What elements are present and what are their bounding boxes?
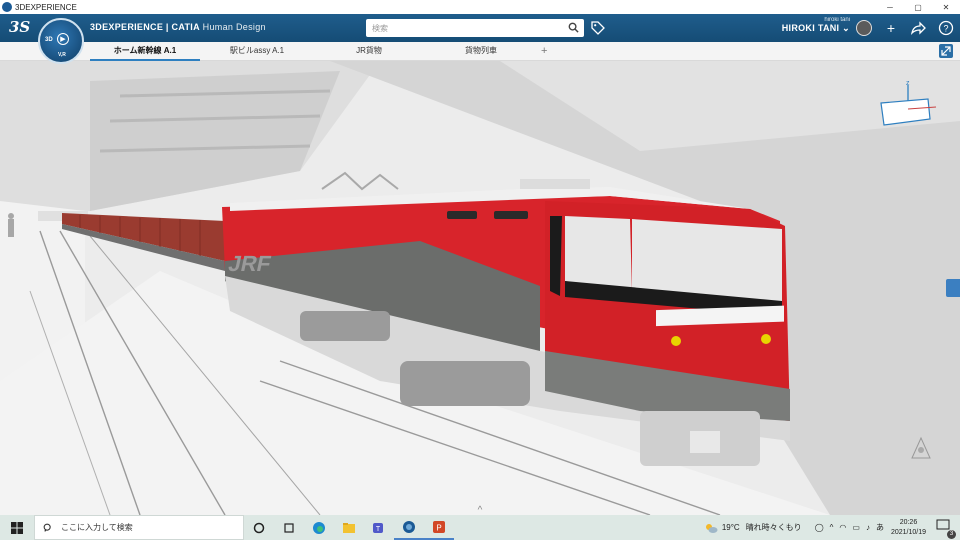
side-panel-icon[interactable] — [946, 279, 960, 297]
avatar[interactable] — [856, 20, 872, 36]
axis-z-label: z — [906, 80, 910, 87]
weather-text: 晴れ時々くもり — [745, 523, 802, 532]
svg-text:T: T — [376, 526, 381, 533]
tab-freight-train[interactable]: 貨物列車 — [426, 42, 536, 61]
system-tray: 19°C 晴れ時々くもり ◯ ^ ◠ ▭ ♪ あ 20:26 2021/10/1… — [704, 515, 960, 540]
user-menu[interactable]: hiroki tani HIROKI TANI ⌄ — [782, 17, 850, 34]
clock-time: 20:26 — [899, 518, 918, 526]
powerpoint-icon[interactable]: P — [424, 515, 454, 540]
minimize-button[interactable]: ─ — [876, 0, 904, 14]
compass-widget[interactable]: 3D ▶ V,R — [38, 18, 84, 64]
windows-taskbar: ここに入力して検索 T P 19°C 晴れ時々くもり ◯ ^ ◠ ▭ ♪ あ 2… — [0, 515, 960, 540]
clock-date: 2021/10/19 — [890, 528, 926, 536]
search-placeholder: 検索 — [372, 24, 388, 33]
battery-icon[interactable]: ▭ — [852, 523, 860, 532]
svg-text:P: P — [436, 523, 441, 532]
tab-jr-freight[interactable]: JR貨物 — [314, 42, 424, 61]
close-button[interactable]: ✕ — [932, 0, 960, 14]
edge-icon[interactable] — [304, 515, 334, 540]
search-icon[interactable] — [568, 22, 579, 33]
svg-text:?: ? — [943, 24, 948, 34]
app-brand: 3DEXPERIENCE | CATIA Human Design — [90, 22, 266, 32]
locomotive-logo: JRF — [226, 251, 273, 276]
volume-icon[interactable]: ♪ — [866, 523, 870, 532]
scene-render: JRF ^ — [0, 61, 960, 515]
weather-icon — [705, 523, 718, 533]
people-icon[interactable]: ◯ — [815, 523, 824, 532]
plus-icon[interactable]: + — [883, 20, 899, 36]
search-icon — [43, 523, 51, 532]
teams-icon[interactable]: T — [364, 515, 394, 540]
robot-tripod-icon[interactable] — [906, 434, 936, 462]
3dexperience-icon[interactable] — [394, 515, 424, 540]
orientation-cube[interactable]: z — [878, 79, 938, 129]
ds-logo[interactable]: 3S — [9, 18, 30, 36]
3dexperience-app-icon — [2, 2, 12, 12]
user-name: HIROKI TANI ⌄ — [781, 23, 850, 33]
weather-temp: 19°C — [721, 523, 740, 532]
add-tab-button[interactable]: + — [541, 45, 547, 57]
3d-viewport[interactable]: JRF ^ z — [0, 61, 960, 515]
ime-indicator[interactable]: あ — [876, 522, 884, 533]
compass-vr-label: V,R — [58, 52, 66, 58]
fullscreen-icon[interactable] — [939, 44, 953, 58]
tag-icon[interactable] — [591, 21, 605, 35]
window-title: 3DEXPERIENCE — [15, 2, 77, 12]
cortana-icon[interactable] — [244, 515, 274, 540]
tab-station-building[interactable]: 駅ビルassy A.1 — [202, 42, 312, 61]
notification-center-button[interactable]: 3 — [936, 519, 956, 539]
svg-text:^: ^ — [478, 505, 483, 515]
weather-widget[interactable]: 19°C 晴れ時々くもり — [704, 522, 802, 534]
tab-home-shinkansen[interactable]: ホーム新幹線 A.1 — [90, 42, 200, 61]
share-icon[interactable] — [910, 20, 926, 36]
search-input[interactable]: 検索 — [366, 19, 584, 37]
brand-sub: Human Design — [199, 22, 266, 32]
task-view-icon[interactable] — [274, 515, 304, 540]
taskbar-clock[interactable]: 20:26 2021/10/19 — [891, 518, 926, 538]
notification-count: 3 — [947, 529, 956, 539]
show-hidden-icons-chevron-icon[interactable]: ^ — [830, 523, 834, 532]
screen: 3DEXPERIENCE ─ ▢ ✕ 3S 3DEXPERIENCE | CAT… — [0, 0, 960, 540]
compass-3d-label: 3D — [45, 37, 53, 43]
taskbar-search-placeholder: ここに入力して検索 — [61, 523, 133, 532]
windows-start-button[interactable] — [0, 515, 34, 540]
maximize-button[interactable]: ▢ — [904, 0, 932, 14]
windows-logo-icon — [11, 521, 23, 534]
taskbar-search-input[interactable]: ここに入力して検索 — [34, 515, 244, 540]
notification-icon — [936, 519, 950, 529]
window-title-bar: 3DEXPERIENCE ─ ▢ ✕ — [0, 0, 960, 14]
window-controls: ─ ▢ ✕ — [876, 0, 960, 14]
help-icon[interactable]: ? — [938, 20, 954, 36]
top-bar: 3S 3DEXPERIENCE | CATIA Human Design 検索 … — [0, 14, 960, 42]
tab-bar: ホーム新幹線 A.1 駅ビルassy A.1 JR貨物 貨物列車 + — [0, 42, 960, 61]
brand-main: 3DEXPERIENCE | CATIA — [90, 22, 200, 32]
file-explorer-icon[interactable] — [334, 515, 364, 540]
network-icon[interactable]: ◠ — [839, 523, 846, 532]
user-login: hiroki tani — [824, 17, 850, 23]
play-icon[interactable]: ▶ — [57, 33, 69, 45]
